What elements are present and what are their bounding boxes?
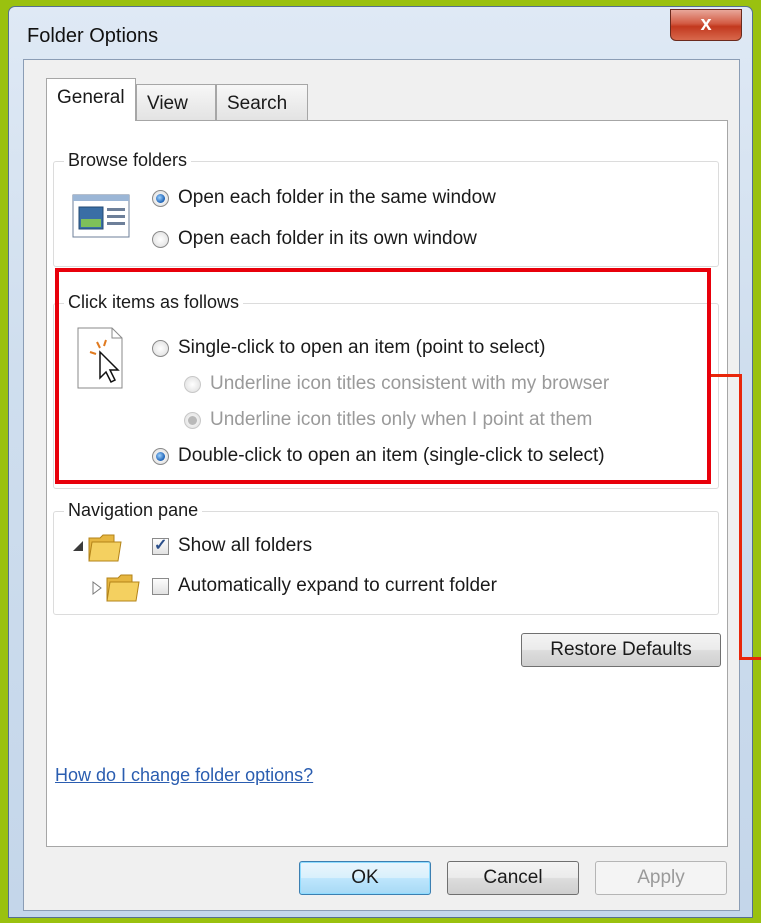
tab-view[interactable]: View xyxy=(136,84,216,120)
click-items-group: Click items as follows Single-click to o… xyxy=(53,292,719,489)
radio-own-window[interactable] xyxy=(152,231,169,248)
radio-same-window[interactable] xyxy=(152,190,169,207)
window-title: Folder Options xyxy=(27,25,159,47)
ok-button[interactable]: OK xyxy=(299,861,431,895)
label-underline-browser: Underline icon titles consistent with my… xyxy=(210,373,610,394)
highlight-pointer-line-end xyxy=(739,657,761,660)
browse-folders-group: Browse folders Open each folder in the s… xyxy=(53,150,719,267)
radio-single-click[interactable] xyxy=(152,340,169,357)
highlight-pointer-line xyxy=(711,374,741,377)
folder-icon-2 xyxy=(106,574,140,602)
label-single-click[interactable]: Single-click to open an item (point to s… xyxy=(178,337,546,359)
checkbox-show-all-folders[interactable] xyxy=(152,535,169,555)
label-double-click[interactable]: Double-click to open an item (single-cli… xyxy=(178,445,605,467)
radio-underline-point[interactable] xyxy=(184,412,201,429)
help-link[interactable]: How do I change folder options? xyxy=(55,765,313,786)
label-same-window[interactable]: Open each folder in the same window xyxy=(178,187,496,209)
folder-window-icon xyxy=(72,194,130,238)
checkbox-auto-expand[interactable] xyxy=(152,578,169,595)
navigation-pane-legend: Navigation pane xyxy=(64,500,203,521)
folder-icon xyxy=(88,534,122,562)
radio-double-click[interactable] xyxy=(152,448,169,465)
close-button[interactable]: x xyxy=(670,9,742,41)
collapsed-arrow-icon xyxy=(92,581,102,595)
title-bar[interactable]: Folder Options x xyxy=(9,7,752,59)
radio-underline-browser[interactable] xyxy=(184,376,201,393)
navigation-pane-group: Navigation pane Show all folders xyxy=(53,500,719,615)
label-show-all-folders[interactable]: Show all folders xyxy=(178,535,312,557)
restore-defaults-button[interactable]: Restore Defaults xyxy=(521,633,721,667)
click-items-legend: Click items as follows xyxy=(64,292,244,313)
tab-search[interactable]: Search xyxy=(216,84,308,120)
folder-options-window: Folder Options x General View Search Bro… xyxy=(8,6,753,918)
apply-button[interactable]: Apply xyxy=(595,861,727,895)
expanded-arrow-icon xyxy=(73,541,83,551)
label-underline-point: Underline icon titles only when I point … xyxy=(210,409,593,430)
browse-folders-legend: Browse folders xyxy=(64,150,192,171)
dialog-client: General View Search Browse folders Open … xyxy=(23,59,740,911)
click-document-icon xyxy=(77,327,123,389)
tab-general[interactable]: General xyxy=(46,78,136,121)
label-own-window[interactable]: Open each folder in its own window xyxy=(178,228,477,250)
label-auto-expand[interactable]: Automatically expand to current folder xyxy=(178,575,497,597)
highlight-pointer-line-vertical xyxy=(739,374,742,660)
close-icon[interactable]: x xyxy=(700,13,711,35)
cancel-button[interactable]: Cancel xyxy=(447,861,579,895)
general-tab-panel: Browse folders Open each folder in the s… xyxy=(46,120,728,847)
